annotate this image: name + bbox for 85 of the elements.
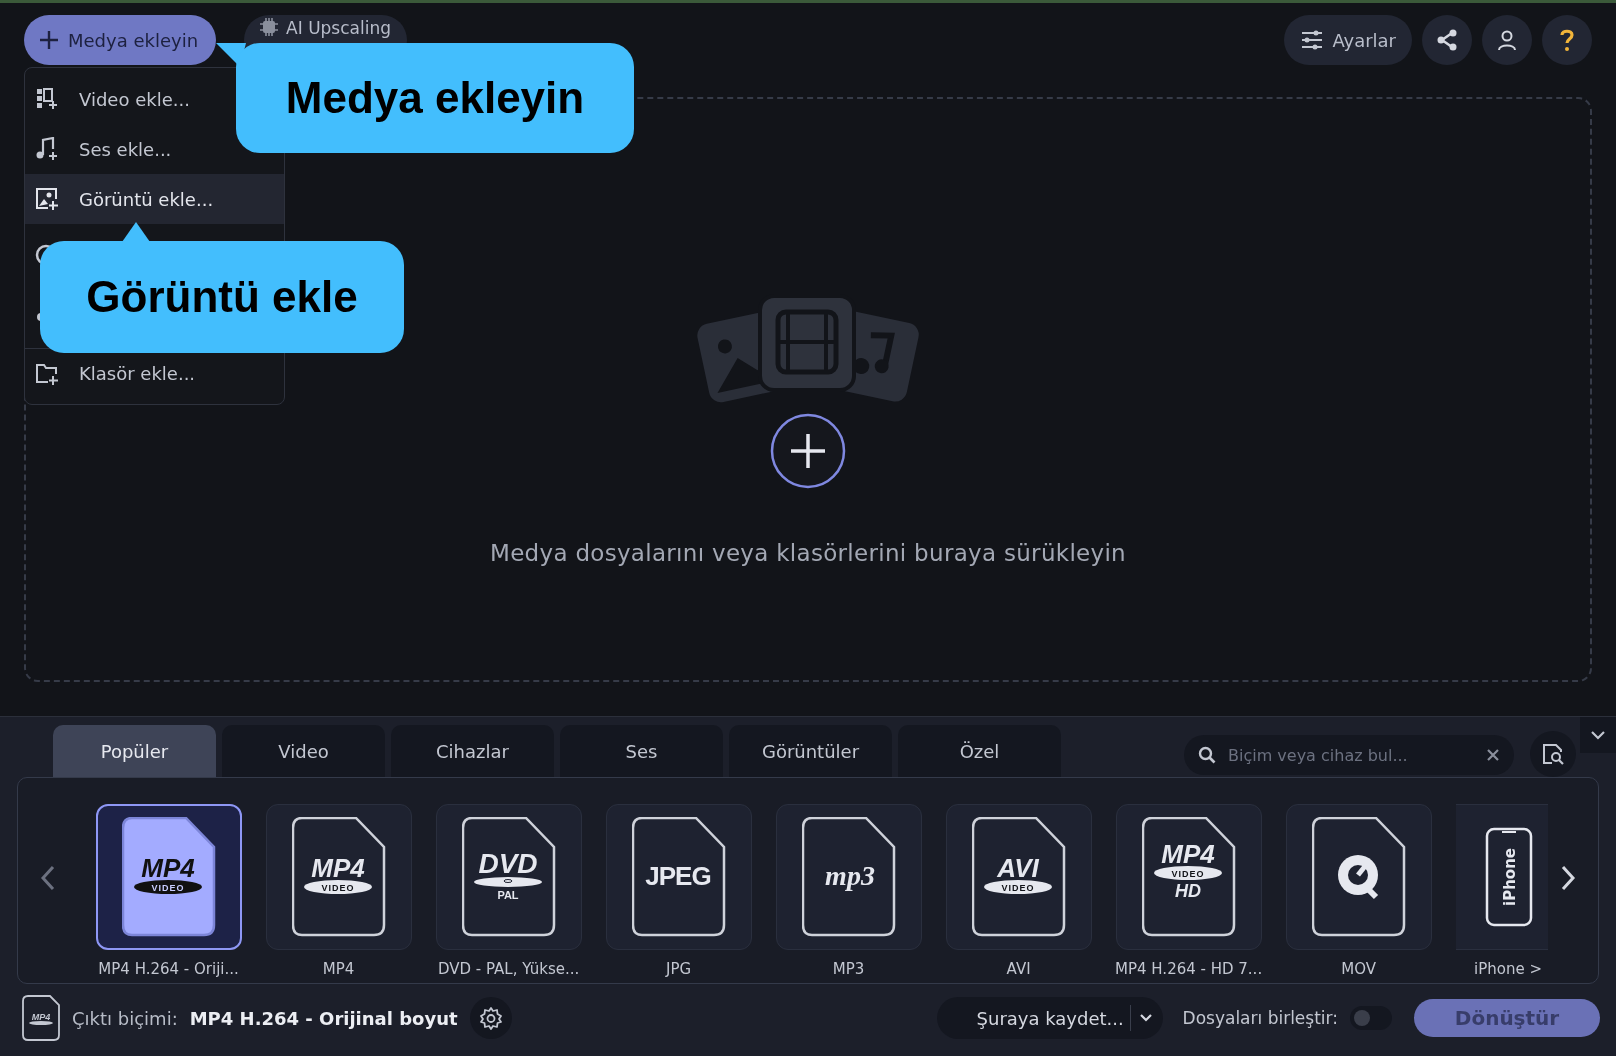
logo-oval <box>29 1021 53 1025</box>
format-tile[interactable]: MP4 VIDEO HD <box>1115 804 1262 950</box>
help-icon <box>1559 28 1575 52</box>
format-tab[interactable]: Video <box>222 725 385 777</box>
clear-button[interactable] <box>1486 748 1500 762</box>
format-tile[interactable] <box>1285 804 1432 950</box>
callout-tooltip: Medya ekleyin <box>236 43 634 153</box>
format-label: DVD - PAL, Yükse... <box>437 960 580 978</box>
format-tile[interactable]: JPEG <box>605 804 752 950</box>
close-icon <box>1486 748 1500 762</box>
merge-toggle[interactable] <box>1350 1006 1392 1030</box>
format-tab[interactable]: Popüler <box>53 725 216 777</box>
plus-icon <box>38 29 60 51</box>
format-tile[interactable]: iPhone <box>1455 804 1549 950</box>
help-button[interactable] <box>1542 15 1592 65</box>
format-logo: VIDEO <box>1001 882 1035 893</box>
chip-icon <box>260 18 279 36</box>
user-icon <box>1495 28 1519 52</box>
gear-icon <box>478 1006 503 1030</box>
format-tab[interactable]: Özel <box>898 725 1061 777</box>
format-tile[interactable]: MP4 VIDEO <box>95 804 242 950</box>
video-add-icon <box>35 87 59 111</box>
format-label: MP4 H.264 - Oriji... <box>98 960 239 978</box>
format-label: JPG <box>666 960 692 978</box>
format-logo: MP4 <box>1160 839 1215 869</box>
output-format-label: Çıktı biçimi: <box>72 1007 178 1029</box>
format-logo: AVI <box>996 853 1039 883</box>
music-note-icon <box>35 137 59 161</box>
logo-oval <box>1153 866 1222 880</box>
format-tile[interactable]: DVD PAL <box>435 804 582 950</box>
format-logo: VIDEO <box>1171 868 1205 879</box>
format-logo: MP4 <box>31 1012 51 1022</box>
logo-oval <box>983 880 1052 894</box>
collapse-button[interactable] <box>1580 717 1616 753</box>
format-label: MP3 <box>832 960 865 978</box>
format-logo: VIDEO <box>321 882 355 893</box>
sliders-icon <box>1300 29 1325 51</box>
format-label: MOV <box>1341 960 1376 978</box>
format-settings-button[interactable] <box>469 997 512 1039</box>
format-tab[interactable]: Cihazlar <box>391 725 554 777</box>
account-button[interactable] <box>1482 15 1532 65</box>
settings-button[interactable]: Ayarlar <box>1284 15 1412 65</box>
format-tab[interactable]: Ses <box>560 725 723 777</box>
logo-oval <box>303 880 372 894</box>
folder-add-icon <box>35 361 59 386</box>
output-format-value: MP4 H.264 - Orijinal boyut <box>189 1007 458 1029</box>
logo-oval <box>133 880 202 894</box>
disc-shape <box>473 877 542 887</box>
share-button[interactable] <box>1422 15 1472 65</box>
format-logo: VIDEO <box>151 882 185 893</box>
callout-tooltip: Görüntü ekle <box>40 241 404 353</box>
add-circle-icon <box>769 411 847 490</box>
format-label: iPhone > <box>1474 960 1543 978</box>
format-tab[interactable]: Görüntüler <box>729 725 892 777</box>
chevron-down-icon <box>1138 1013 1153 1023</box>
format-tile[interactable]: mp3 <box>775 804 922 950</box>
format-label: AVI <box>1006 960 1031 978</box>
format-logo: JPEG <box>644 861 711 891</box>
phone-logo: iPhone <box>1500 848 1519 906</box>
menu-item[interactable]: Görüntü ekle... <box>25 174 284 224</box>
image-add-icon <box>35 187 59 211</box>
merge-label: Dosyaları birleştir: <box>1182 1008 1338 1028</box>
drop-hint: Medya dosyalarını veya klasörlerini buraya sürükleyin <box>490 539 1126 566</box>
search-field[interactable]: Biçim veya cihaz bul... <box>1184 735 1514 775</box>
chevron-down-icon <box>1590 730 1606 740</box>
chevron-left-icon <box>39 865 56 891</box>
format-logo: HD <box>1174 881 1201 901</box>
format-logo: MP4 <box>140 853 195 883</box>
format-tile[interactable]: AVI VIDEO <box>945 804 1092 950</box>
search-icon <box>1198 746 1216 764</box>
file-search-icon <box>1541 742 1565 766</box>
chevron-right-icon <box>1560 865 1577 891</box>
format-label: MP4 <box>322 960 355 978</box>
search-input[interactable]: Biçim veya cihaz bul... <box>1226 744 1476 766</box>
format-label: MP4 H.264 - HD 7... <box>1115 960 1263 978</box>
save-to-button[interactable]: Şuraya kaydet... <box>936 997 1163 1039</box>
quicktime-file-icon <box>1311 817 1406 937</box>
format-logo: DVD <box>478 848 538 879</box>
format-logo: mp3 <box>824 860 875 891</box>
format-logo: MP4 <box>310 853 365 883</box>
find-button[interactable] <box>1530 731 1576 777</box>
format-tile[interactable]: MP4 VIDEO <box>265 804 412 950</box>
share-icon <box>1435 28 1459 52</box>
format-logo: PAL <box>497 889 519 901</box>
add-media-button[interactable]: Medya ekleyin <box>24 15 217 65</box>
